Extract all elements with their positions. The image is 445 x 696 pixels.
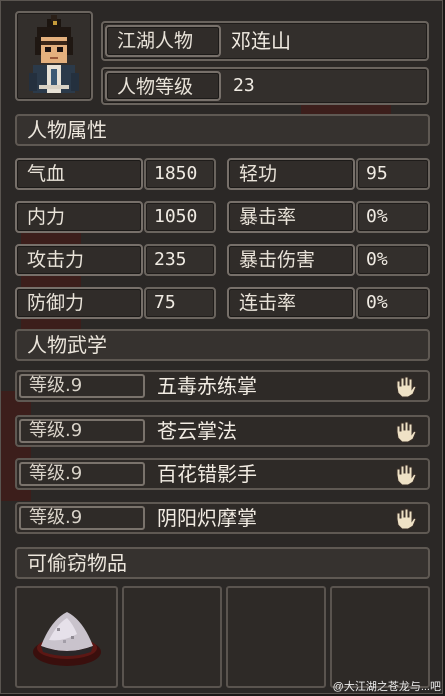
stat-value-crit-rate: 0% xyxy=(366,206,388,227)
stat-value-attack: 235 xyxy=(154,249,187,270)
stat-value-box: 95 xyxy=(356,158,430,190)
skill-level: 等级.9 xyxy=(19,506,145,530)
stat-value-crit-damage: 0% xyxy=(366,249,388,270)
stat-value-hp: 1850 xyxy=(154,163,198,184)
stat-label-crit-damage: 暴击伤害 xyxy=(227,244,355,276)
stat-label-attack: 攻击力 xyxy=(15,244,143,276)
attributes-header: 人物属性 xyxy=(15,114,430,146)
name-row: 江湖人物 邓连山 xyxy=(101,21,429,61)
stat-value-box: 1050 xyxy=(144,201,216,233)
item-slot[interactable] xyxy=(15,586,118,688)
skill-name: 五毒赤练掌 xyxy=(157,374,257,398)
name-label: 江湖人物 xyxy=(105,25,221,57)
skill-row[interactable]: 等级.9 五毒赤练掌 xyxy=(15,370,430,402)
watermark: @大江湖之苍龙与...吧 xyxy=(332,681,441,693)
skill-row[interactable]: 等级.9 苍云掌法 xyxy=(15,415,430,447)
skill-level: 等级.9 xyxy=(19,462,145,486)
skill-row[interactable]: 等级.9 阴阳炽摩掌 xyxy=(15,502,430,534)
avatar-frame xyxy=(15,11,93,101)
stat-label-agility: 轻功 xyxy=(227,158,355,190)
palm-icon xyxy=(396,508,417,530)
stat-value-box: 0% xyxy=(356,287,430,319)
stat-label-defense: 防御力 xyxy=(15,287,143,319)
stat-label-inner-power: 内力 xyxy=(15,201,143,233)
level-row: 人物等级 23 xyxy=(101,67,429,105)
item-slot[interactable] xyxy=(226,586,326,688)
stat-value-box: 1850 xyxy=(144,158,216,190)
level-label: 人物等级 xyxy=(105,71,221,101)
character-level: 23 xyxy=(233,75,255,96)
avatar xyxy=(29,15,79,93)
stat-label-hp: 气血 xyxy=(15,158,143,190)
item-slot[interactable] xyxy=(330,586,430,688)
item-slot[interactable] xyxy=(122,586,222,688)
palm-icon xyxy=(396,376,417,398)
skill-name: 苍云掌法 xyxy=(157,419,237,443)
character-panel: 江湖人物 邓连山 人物等级 23 人物属性 气血 1850 轻功 95 内力 1… xyxy=(0,0,443,694)
stat-label-combo-rate: 连击率 xyxy=(227,287,355,319)
steal-header: 可偷窃物品 xyxy=(15,547,430,579)
stat-value-agility: 95 xyxy=(366,163,388,184)
martial-arts-header: 人物武学 xyxy=(15,329,430,361)
stat-value-box: 235 xyxy=(144,244,216,276)
stat-value-defense: 75 xyxy=(154,292,176,313)
palm-icon xyxy=(396,421,417,443)
palm-icon xyxy=(396,464,417,486)
skill-row[interactable]: 等级.9 百花错影手 xyxy=(15,458,430,490)
stat-value-box: 0% xyxy=(356,244,430,276)
skill-level: 等级.9 xyxy=(19,374,145,398)
character-name: 邓连山 xyxy=(231,29,291,53)
stat-value-combo-rate: 0% xyxy=(366,292,388,313)
skill-level: 等级.9 xyxy=(19,419,145,443)
stat-label-crit-rate: 暴击率 xyxy=(227,201,355,233)
stat-value-box: 75 xyxy=(144,287,216,319)
stat-value-inner-power: 1050 xyxy=(154,206,198,227)
skill-name: 阴阳炽摩掌 xyxy=(157,506,257,530)
skill-name: 百花错影手 xyxy=(157,462,257,486)
stat-value-box: 0% xyxy=(356,201,430,233)
powder-pile-icon xyxy=(33,612,101,666)
